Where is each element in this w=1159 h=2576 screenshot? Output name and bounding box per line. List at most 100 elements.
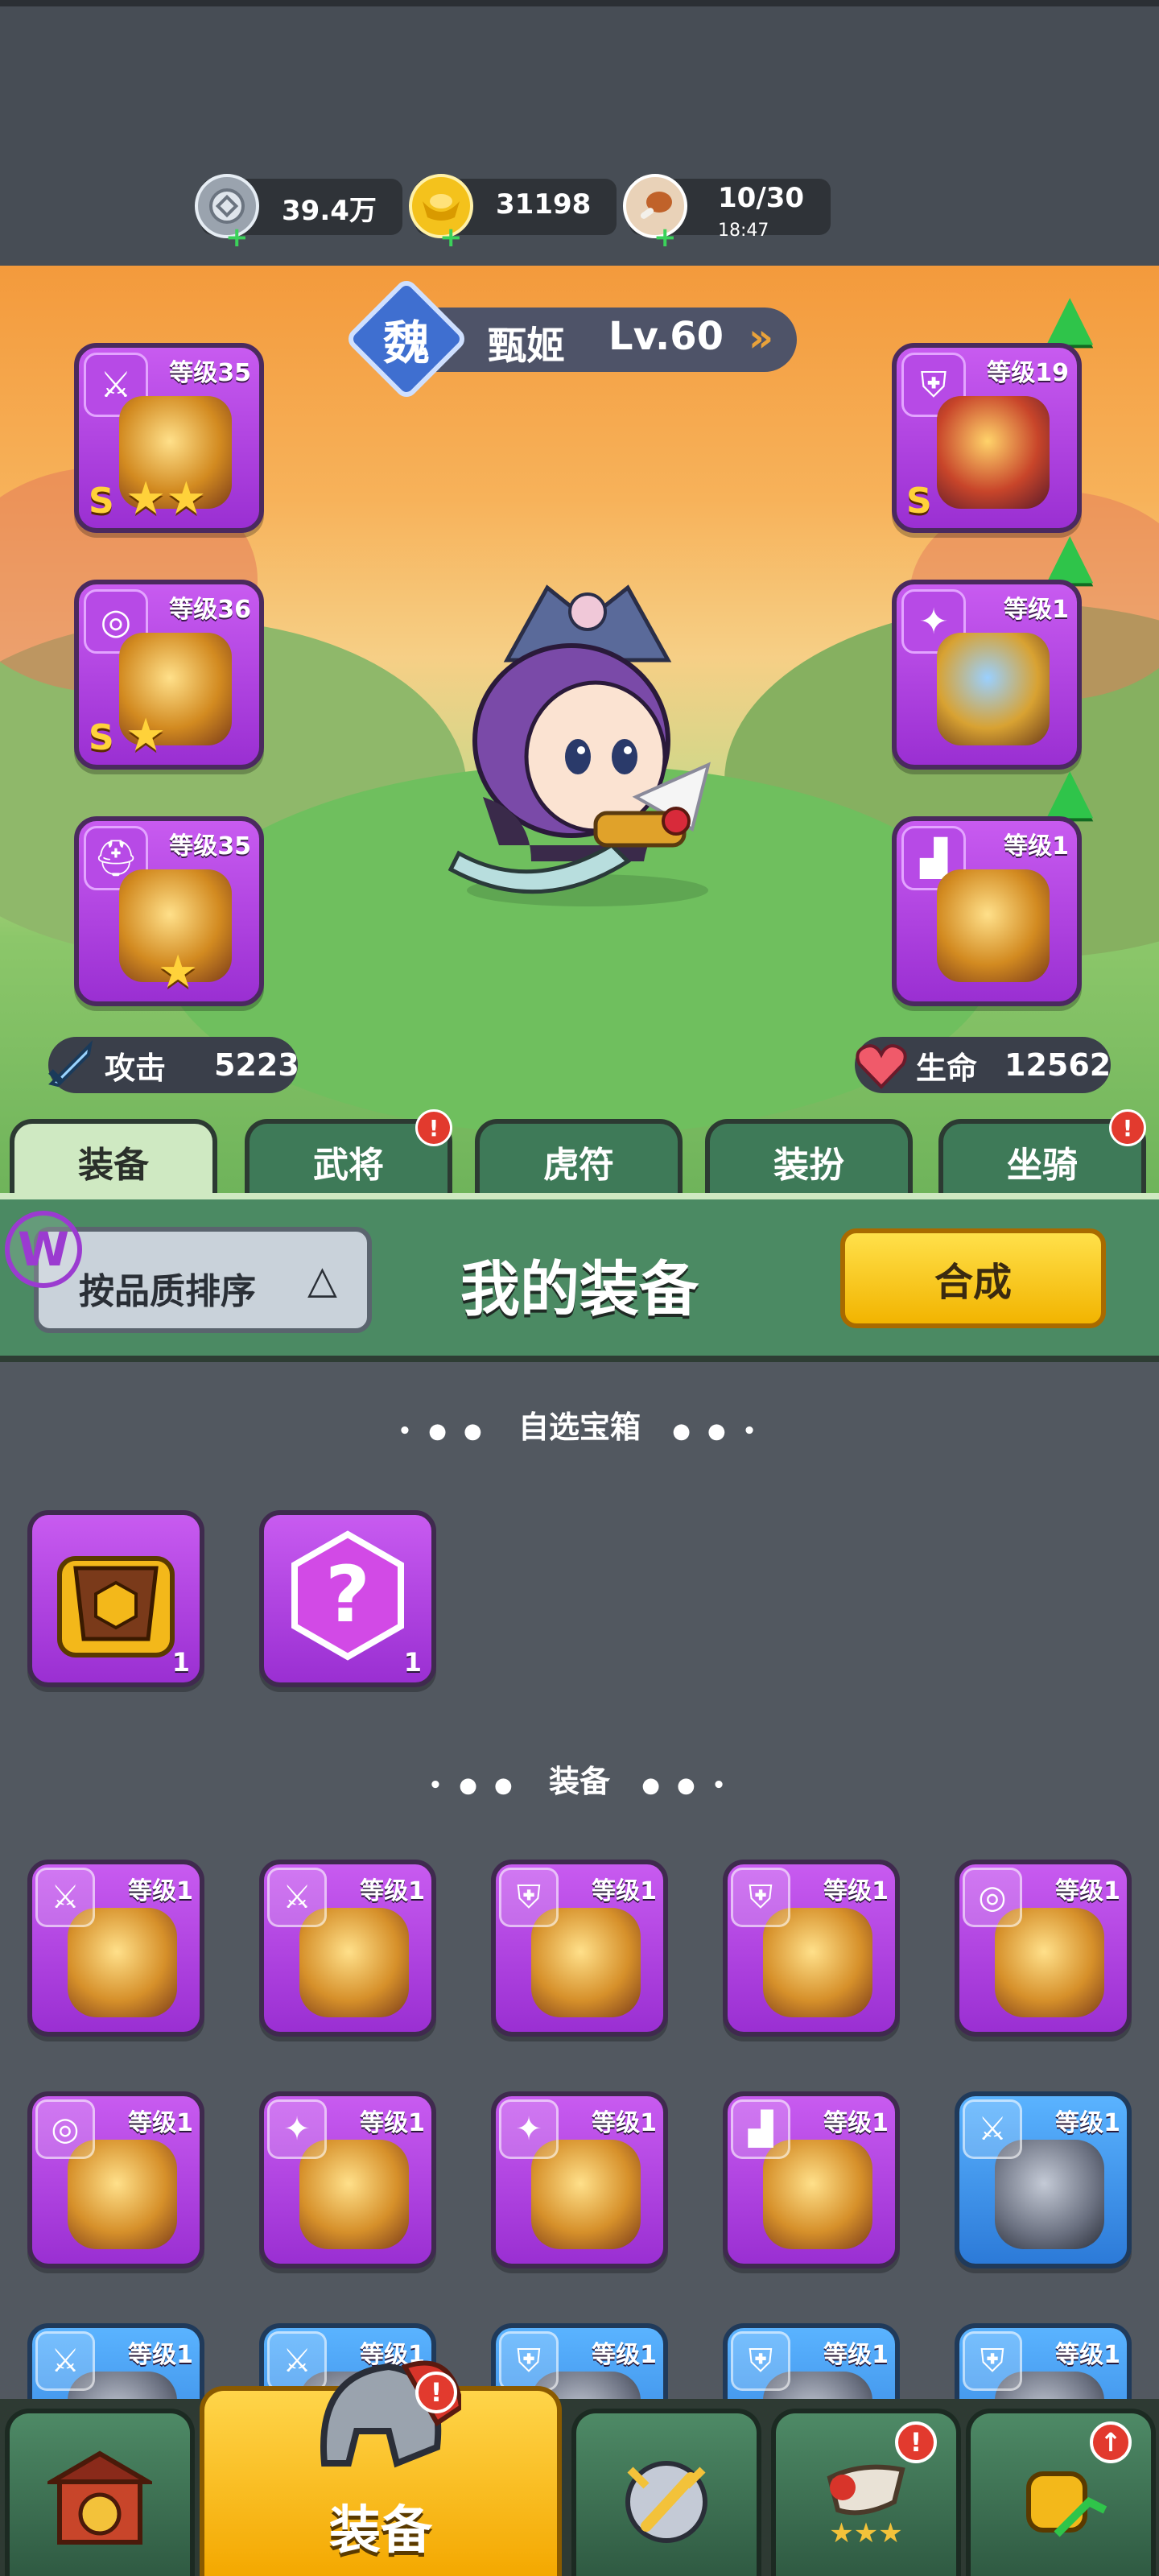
slot-level: 等级35 — [169, 359, 251, 387]
tab-equipment[interactable]: 装备 — [10, 1119, 217, 1199]
add-silver-icon[interactable]: + — [225, 224, 249, 251]
alert-icon: ! — [415, 1109, 452, 1146]
tab-tally[interactable]: 虎符 — [475, 1119, 683, 1199]
divider-dots: ● ● • — [641, 1773, 731, 1798]
equipment-item[interactable]: ◎ 等级1 — [27, 2091, 204, 2268]
tab-label: 装备 — [78, 1145, 149, 1186]
equipment-item[interactable]: ▟ 等级1 — [723, 2091, 900, 2268]
upgrade-arrow-icon: ▲ — [1046, 280, 1094, 352]
chest-item[interactable]: ? 1 — [259, 1510, 436, 1687]
hp-value: 12562 — [1004, 1047, 1112, 1083]
item-level: 等级1 — [128, 2341, 193, 2369]
stamina-timer: 18:47 — [718, 221, 769, 241]
equipment-item[interactable]: ⛨ 等级1 — [723, 1860, 900, 2037]
item-level: 等级1 — [1055, 1877, 1120, 1905]
sword-shield-icon — [625, 2461, 707, 2543]
item-count: 1 — [403, 1647, 422, 1678]
faction-label: 魏 — [382, 316, 430, 370]
chest-section-title: 自选宝箱 — [518, 1410, 641, 1445]
item-count: 1 — [171, 1647, 190, 1678]
nav-battle-button[interactable] — [571, 2409, 761, 2576]
hero-character[interactable] — [435, 572, 740, 910]
star-rating: ★ — [158, 946, 199, 998]
equipment-item[interactable]: ◎ 等级1 — [955, 1860, 1132, 2037]
hero-name: 甄姬 — [488, 324, 566, 369]
equipment-item[interactable]: ✦ 等级1 — [259, 2091, 436, 2268]
add-stamina-icon[interactable]: + — [654, 224, 677, 251]
equipment-item[interactable]: ✦ 等级1 — [491, 2091, 668, 2268]
nav-equipment-button[interactable]: ! 装备 — [200, 2360, 562, 2576]
armor-icon: ⛨ — [499, 1868, 559, 1927]
nav-upgrade-button[interactable]: ↑ — [966, 2409, 1156, 2576]
city-gate-icon — [47, 2450, 152, 2545]
item-level: 等级1 — [360, 2109, 425, 2137]
bracer-icon: ✦ — [499, 2099, 559, 2159]
slot-helmet[interactable]: ⛑ 等级35 ★ — [74, 816, 264, 1006]
tab-label: 装扮 — [773, 1145, 844, 1186]
tab-mount[interactable]: 坐骑! — [938, 1109, 1146, 1199]
item-level: 等级1 — [592, 1877, 657, 1905]
armor-icon: ⛨ — [731, 2331, 790, 2391]
boot-icon: ▟ — [731, 2099, 790, 2159]
armor-icon: ⛨ — [499, 2331, 559, 2391]
sword-icon: ⚔ — [963, 2099, 1022, 2159]
tab-costume[interactable]: 装扮 — [705, 1119, 913, 1199]
slot-bracer[interactable]: ✦ 等级1 — [892, 580, 1082, 770]
banner-chevron-icon: » — [749, 316, 774, 361]
top-edge — [0, 0, 1159, 6]
attack-stat: 攻击 5223 — [48, 1037, 299, 1093]
item-level: 等级1 — [1055, 2109, 1120, 2137]
slot-level: 等级1 — [1004, 832, 1069, 861]
slot-weapon[interactable]: ⚔ 等级35 S ★★ — [74, 343, 264, 533]
hero-level: Lv.60 — [608, 314, 724, 359]
divider-dots: • ● ● — [398, 1419, 487, 1443]
alert-icon: ! — [895, 2421, 937, 2463]
stamina-resource[interactable]: + 10/30 18:47 — [623, 174, 831, 251]
item-level: 等级1 — [1055, 2341, 1120, 2369]
armor-icon: ⛨ — [731, 1868, 790, 1927]
grade-badge: S — [89, 481, 114, 522]
hp-stat: 生命 12562 — [855, 1037, 1111, 1093]
silver-value: 39.4万 — [282, 195, 377, 227]
equipment-item[interactable]: ⚔ 等级1 — [27, 1860, 204, 2037]
attack-label: 攻击 — [105, 1050, 167, 1086]
top-status-area: + 39.4万 + 31198 + 10/30 18:47 — [0, 0, 1159, 266]
tab-general[interactable]: 武将! — [245, 1109, 452, 1199]
gold-resource[interactable]: + 31198 — [409, 174, 617, 251]
slot-boots[interactable]: ▟ 等级1 — [892, 816, 1082, 1006]
armor-art — [937, 396, 1050, 509]
bracer-art — [937, 633, 1050, 745]
slot-armor[interactable]: ⛨ 等级19 S — [892, 343, 1082, 533]
nav-city-button[interactable] — [5, 2409, 195, 2576]
slot-necklace[interactable]: ◎ 等级36 S ★ — [74, 580, 264, 770]
grade-badge: S — [89, 717, 114, 758]
armor-icon: ⛨ — [963, 2331, 1022, 2391]
add-gold-icon[interactable]: + — [439, 224, 463, 251]
equipment-item[interactable]: ⚔ 等级1 — [259, 1860, 436, 2037]
equipment-panel-header: 按品质排序 △ W 我的装备 合成 — [0, 1193, 1159, 1362]
item-level: 等级1 — [592, 2109, 657, 2137]
star-rating: ★★ — [126, 473, 207, 525]
slot-level: 等级19 — [987, 359, 1069, 387]
bracer-icon: ✦ — [267, 2099, 327, 2159]
divider-dots: • ● ● — [428, 1773, 518, 1798]
svg-text:?: ? — [325, 1550, 370, 1640]
boots-art — [937, 869, 1050, 982]
merge-label: 合成 — [934, 1260, 1012, 1305]
silver-resource[interactable]: + 39.4万 — [195, 174, 402, 251]
hp-label: 生命 — [916, 1050, 978, 1086]
slot-level: 等级35 — [169, 832, 251, 861]
item-level: 等级1 — [823, 1877, 889, 1905]
nav-equipment-label: 装备 — [329, 2501, 432, 2561]
chest-item[interactable]: 1 — [27, 1510, 204, 1687]
equipment-item[interactable]: ⚔ 等级1 — [955, 2091, 1132, 2268]
merge-button[interactable]: 合成 — [840, 1228, 1106, 1328]
alert-icon: ! — [415, 2372, 457, 2413]
nav-warhorn-button[interactable]: ★★★ ! — [771, 2409, 961, 2576]
item-level: 等级1 — [128, 1877, 193, 1905]
heart-icon — [856, 1044, 907, 1089]
item-level: 等级1 — [128, 2109, 193, 2137]
equipment-item[interactable]: ⛨ 等级1 — [491, 1860, 668, 2037]
alert-icon: ! — [1109, 1109, 1146, 1146]
medal-icon: ◎ — [963, 1868, 1022, 1927]
